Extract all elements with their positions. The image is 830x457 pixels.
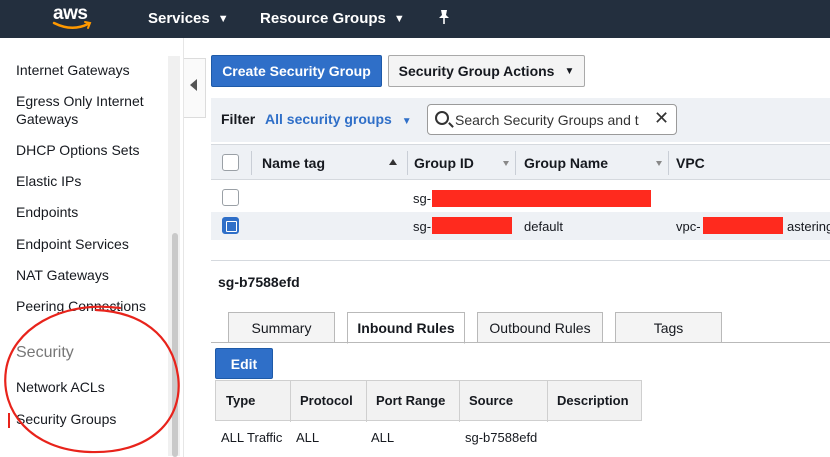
security-group-actions-button[interactable]: Security Group Actions ▼ — [388, 55, 585, 87]
rule-cell-protocol: ALL — [296, 430, 320, 445]
sidebar-heading-security: Security — [16, 344, 74, 361]
cell-group-id: sg- — [413, 219, 432, 234]
collapse-sidebar-button[interactable] — [184, 58, 206, 118]
services-label: Services — [148, 10, 210, 27]
row-checkbox-checked[interactable] — [222, 217, 239, 234]
redaction-block — [432, 190, 651, 207]
sidebar-item-elastic-ips[interactable]: Elastic IPs — [16, 172, 166, 190]
sidebar-item-internet-gateways[interactable]: Internet Gateways — [16, 61, 166, 79]
rule-cell-port-range: ALL — [371, 430, 395, 445]
sort-icon[interactable] — [503, 161, 509, 166]
aws-smile-icon — [52, 21, 92, 29]
create-security-group-button[interactable]: Create Security Group — [211, 55, 382, 87]
column-header-vpc[interactable]: VPC — [676, 155, 705, 171]
filter-bar: Filter All security groups ▼ ✕ — [211, 98, 830, 142]
column-separator — [366, 381, 367, 422]
resource-groups-label: Resource Groups — [260, 10, 386, 27]
chevron-down-icon: ▼ — [401, 116, 412, 127]
column-separator — [407, 151, 408, 175]
tab-summary[interactable]: Summary — [228, 312, 335, 343]
column-separator — [515, 151, 516, 175]
search-input[interactable] — [455, 112, 650, 128]
sidebar-scrollbar-thumb[interactable] — [172, 233, 178, 457]
sort-ascending-icon[interactable] — [389, 159, 397, 165]
column-header-name-tag[interactable]: Name tag — [262, 155, 325, 171]
tab-inbound-rules[interactable]: Inbound Rules — [347, 312, 465, 344]
column-separator — [547, 381, 548, 422]
column-separator — [251, 151, 252, 175]
rules-header-source: Source — [469, 393, 514, 408]
clear-search-icon[interactable]: ✕ — [654, 108, 669, 129]
sort-icon[interactable] — [656, 161, 662, 166]
filter-label: Filter — [221, 111, 256, 127]
sidebar-item-endpoint-services[interactable]: Endpoint Services — [16, 235, 166, 253]
rules-header-port-range: Port Range — [376, 393, 446, 408]
search-box[interactable]: ✕ — [427, 104, 677, 135]
grid-bottom-border — [211, 260, 830, 261]
services-menu[interactable]: Services ▼ — [148, 10, 229, 27]
table-row[interactable]: sg- — [211, 184, 830, 212]
grid-header: Name tag Group ID Group Name VPC — [211, 144, 830, 180]
select-all-checkbox[interactable] — [222, 154, 239, 171]
sidebar-item-security-groups[interactable]: Security Groups — [16, 410, 166, 428]
table-row-selected[interactable]: sg- default vpc- astering_ — [211, 212, 830, 240]
cell-vpc-suffix: astering_ — [787, 219, 830, 234]
sidebar-item-network-acls[interactable]: Network ACLs — [16, 378, 166, 396]
tabs-underline — [211, 342, 830, 343]
sidebar-item-egress-only-internet-gateways[interactable]: Egress Only Internet Gateways — [16, 92, 166, 128]
column-separator — [668, 151, 669, 175]
search-icon — [435, 111, 449, 125]
edit-button[interactable]: Edit — [215, 348, 273, 379]
rules-header-description: Description — [557, 393, 629, 408]
security-group-actions-label: Security Group Actions — [398, 63, 555, 79]
chevron-down-icon: ▼ — [564, 65, 575, 77]
filter-selected-value: All security groups — [265, 111, 392, 127]
cell-group-name: default — [524, 219, 564, 234]
sidebar-item-peering-connections[interactable]: Peering Connections — [16, 297, 166, 315]
sidebar-item-dhcp-options-sets[interactable]: DHCP Options Sets — [16, 141, 166, 159]
column-header-group-id[interactable]: Group ID — [414, 155, 474, 171]
rules-header-protocol: Protocol — [300, 393, 353, 408]
sidebar-item-endpoints[interactable]: Endpoints — [16, 203, 166, 221]
pushpin-icon[interactable] — [437, 9, 451, 25]
rules-header-type: Type — [226, 393, 256, 408]
detail-title: sg-b7588efd — [218, 274, 300, 290]
row-checkbox[interactable] — [222, 189, 239, 206]
cell-vpc: vpc- — [676, 219, 701, 234]
top-nav: aws Services ▼ Resource Groups ▼ — [0, 0, 830, 38]
chevron-down-icon: ▼ — [393, 12, 405, 25]
resource-groups-menu[interactable]: Resource Groups ▼ — [260, 10, 405, 27]
tab-tags[interactable]: Tags — [615, 312, 722, 343]
filter-dropdown[interactable]: All security groups ▼ — [265, 111, 412, 127]
cell-group-id: sg- — [413, 191, 432, 206]
column-separator — [290, 381, 291, 422]
chevron-left-icon — [190, 79, 197, 91]
sidebar-item-nat-gateways[interactable]: NAT Gateways — [16, 266, 166, 284]
sidebar: Internet Gateways Egress Only Internet G… — [0, 38, 183, 457]
chevron-down-icon: ▼ — [217, 12, 229, 25]
tab-outbound-rules[interactable]: Outbound Rules — [477, 312, 603, 343]
aws-logo[interactable]: aws — [52, 3, 96, 33]
rules-table-header: Type Protocol Port Range Source Descript… — [215, 380, 642, 422]
redaction-block — [432, 217, 512, 234]
rule-cell-type: ALL Traffic — [221, 430, 283, 445]
rule-cell-source: sg-b7588efd — [465, 430, 538, 445]
main-panel: Create Security Group Security Group Act… — [206, 38, 830, 457]
redaction-block — [703, 217, 783, 234]
column-header-group-name[interactable]: Group Name — [524, 155, 608, 171]
column-separator — [459, 381, 460, 422]
